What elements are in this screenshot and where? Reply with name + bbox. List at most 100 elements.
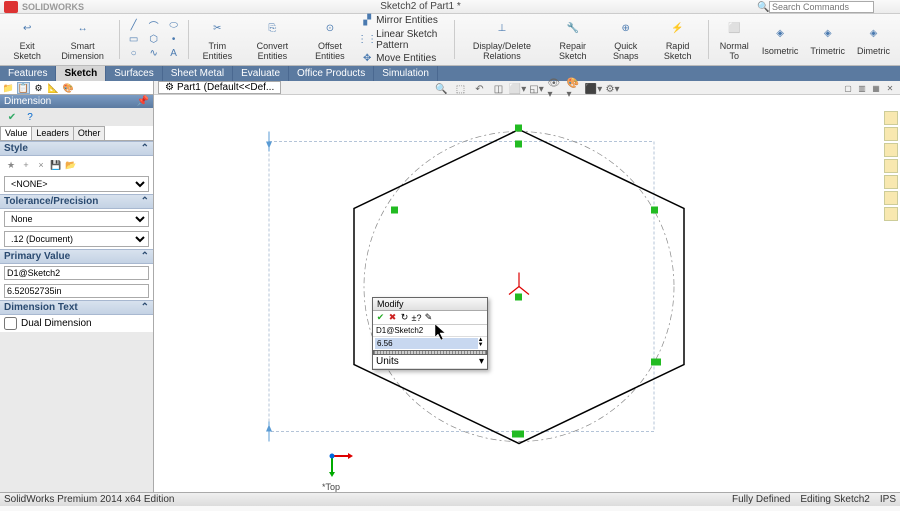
view-palette-tab[interactable] <box>884 159 898 173</box>
modify-dialog[interactable]: Modify ✔ ✖ ↻ ±? ✎ D1@Sketch2 ▲ ▼ Units▾ <box>372 297 488 370</box>
isometric-button[interactable]: ◈Isometric <box>756 16 805 63</box>
property-manager: 📁 📋 ⚙ 📐 🎨 Dimension 📌 ✔ ? Value Leaders … <box>0 81 154 492</box>
spline-tool[interactable]: ∿ <box>148 48 160 60</box>
sketch-entities-group-3: ⬭ • A <box>164 16 184 63</box>
units-dropdown-icon[interactable]: ▾ <box>479 356 484 367</box>
tab-evaluate[interactable]: Evaluate <box>233 66 289 81</box>
modify-cancel-button[interactable]: ✖ <box>387 312 398 323</box>
forum-tab[interactable] <box>884 207 898 221</box>
tolerance-precision-select[interactable]: .12 (Document) <box>4 231 149 247</box>
sub-tab-other[interactable]: Other <box>73 126 106 140</box>
tolerance-section-header[interactable]: Tolerance/Precision⌃ <box>0 194 153 209</box>
offset-entities-button[interactable]: ⊙Offset Entities <box>303 16 358 63</box>
dimension-name-input[interactable] <box>4 266 149 280</box>
panel-pin-icon[interactable]: 📌 <box>137 96 149 107</box>
modify-dialog-title[interactable]: Modify <box>373 298 487 311</box>
hide-show-icon[interactable]: 👁▾ <box>548 82 564 96</box>
graphics-area[interactable]: ⚙Part1 (Default<<Def... 🔍 ⬚ ↶ ◫ ⬜▾ ◱▾ 👁▾… <box>154 81 900 492</box>
dimension-sub-tabs: Value Leaders Other <box>0 126 153 141</box>
view-orientation-icon[interactable]: ⬜▾ <box>510 82 526 96</box>
custom-props-tab[interactable] <box>884 191 898 205</box>
polygon-tool[interactable]: ⬡ <box>148 34 160 46</box>
sketch-canvas[interactable]: *Top <box>154 95 900 508</box>
search-icon: 🔍 <box>757 2 767 12</box>
style-select[interactable]: <NONE> <box>4 176 149 192</box>
edit-appearance-icon[interactable]: 🎨▾ <box>567 82 583 96</box>
circle-tool[interactable]: ○ <box>128 48 140 60</box>
tab-office-products[interactable]: Office Products <box>289 66 374 81</box>
ok-button[interactable]: ✔ <box>4 110 20 124</box>
resources-tab[interactable] <box>884 111 898 125</box>
command-manager-tabs: Features Sketch Surfaces Sheet Metal Eva… <box>0 66 900 81</box>
dimxpert-icon[interactable]: 📐 <box>47 82 60 94</box>
convert-entities-button[interactable]: ⎘Convert Entities <box>242 16 302 63</box>
design-library-tab[interactable] <box>884 127 898 141</box>
apply-scene-icon[interactable]: ⬛▾ <box>586 82 602 96</box>
repair-sketch-button[interactable]: 🔧Repair Sketch <box>545 16 600 63</box>
help-button[interactable]: ? <box>22 110 38 124</box>
dual-dimension-checkbox[interactable]: Dual Dimension <box>0 315 153 332</box>
tolerance-type-select[interactable]: None <box>4 211 149 227</box>
previous-view-icon[interactable]: ↶ <box>472 82 488 96</box>
move-entities-button[interactable]: ✥Move Entities <box>361 53 446 65</box>
modify-ok-button[interactable]: ✔ <box>375 312 386 323</box>
style-load-icon[interactable]: 📂 <box>64 158 78 172</box>
zoom-area-icon[interactable]: ⬚ <box>453 82 469 96</box>
display-style-icon[interactable]: ◱▾ <box>529 82 545 96</box>
section-view-icon[interactable]: ◫ <box>491 82 507 96</box>
style-delete-icon[interactable]: × <box>34 158 48 172</box>
feature-manager-icon[interactable]: 📁 <box>2 82 15 94</box>
exit-sketch-button[interactable]: ↩Exit Sketch <box>4 16 50 63</box>
collapse-icon[interactable]: ⌃ <box>141 196 149 207</box>
normal-to-button[interactable]: ⬜Normal To <box>713 16 756 63</box>
app-logo <box>4 1 18 13</box>
smart-dimension-button[interactable]: ↔Smart Dimension <box>50 16 115 63</box>
rectangle-tool[interactable]: ▭ <box>128 34 140 46</box>
style-apply-icon[interactable]: ★ <box>4 158 18 172</box>
sub-tab-value[interactable]: Value <box>0 126 32 140</box>
modify-reverse-button[interactable]: ±? <box>411 312 422 323</box>
modify-rebuild-button[interactable]: ↻ <box>399 312 410 323</box>
collapse-icon[interactable]: ⌃ <box>141 143 149 154</box>
tab-features[interactable]: Features <box>0 66 56 81</box>
appearances-tab[interactable] <box>884 175 898 189</box>
dimension-panel-header: Dimension 📌 <box>0 95 153 108</box>
tab-sheet-metal[interactable]: Sheet Metal <box>163 66 233 81</box>
collapse-icon[interactable]: ⌃ <box>141 302 149 313</box>
primary-value-section-header[interactable]: Primary Value⌃ <box>0 249 153 264</box>
modify-mark-button[interactable]: ✎ <box>423 312 434 323</box>
zoom-fit-icon[interactable]: 🔍 <box>434 82 450 96</box>
linear-pattern-button[interactable]: ⋮⋮Linear Sketch Pattern <box>361 29 446 51</box>
dual-dimension-check[interactable] <box>4 317 17 330</box>
search-commands-input[interactable] <box>769 1 874 13</box>
file-explorer-tab[interactable] <box>884 143 898 157</box>
style-save-icon[interactable]: 💾 <box>49 158 63 172</box>
tab-sketch[interactable]: Sketch <box>56 66 106 81</box>
dimetric-button[interactable]: ◈Dimetric <box>851 16 896 63</box>
spinner-down-icon[interactable]: ▼ <box>478 343 485 348</box>
point-tool[interactable]: • <box>168 34 180 46</box>
display-manager-icon[interactable]: 🎨 <box>62 82 75 94</box>
sub-tab-leaders[interactable]: Leaders <box>31 126 74 140</box>
line-tool[interactable]: ╱ <box>128 20 140 32</box>
style-add-icon[interactable]: + <box>19 158 33 172</box>
config-manager-icon[interactable]: ⚙ <box>32 82 45 94</box>
display-delete-relations-button[interactable]: ⊥Display/Delete Relations <box>459 16 546 63</box>
trimetric-button[interactable]: ◈Trimetric <box>804 16 851 63</box>
slot-tool[interactable]: ⬭ <box>168 20 180 32</box>
rapid-sketch-button[interactable]: ⚡Rapid Sketch <box>651 16 704 63</box>
trim-entities-button[interactable]: ✂Trim Entities <box>192 16 242 63</box>
modify-value-input[interactable] <box>375 338 478 349</box>
tab-simulation[interactable]: Simulation <box>374 66 438 81</box>
style-section-header[interactable]: Style⌃ <box>0 141 153 156</box>
arc-tool[interactable]: ⌒ <box>148 20 160 32</box>
mirror-entities-button[interactable]: ▞Mirror Entities <box>361 15 446 27</box>
view-settings-icon[interactable]: ⚙▾ <box>605 82 621 96</box>
quick-snaps-button[interactable]: ⊕Quick Snaps <box>600 16 651 63</box>
collapse-icon[interactable]: ⌃ <box>141 251 149 262</box>
dimension-value-input[interactable] <box>4 284 149 298</box>
tab-surfaces[interactable]: Surfaces <box>106 66 162 81</box>
text-tool[interactable]: A <box>168 48 180 60</box>
property-manager-icon[interactable]: 📋 <box>17 82 30 94</box>
dimension-text-section-header[interactable]: Dimension Text⌃ <box>0 300 153 315</box>
